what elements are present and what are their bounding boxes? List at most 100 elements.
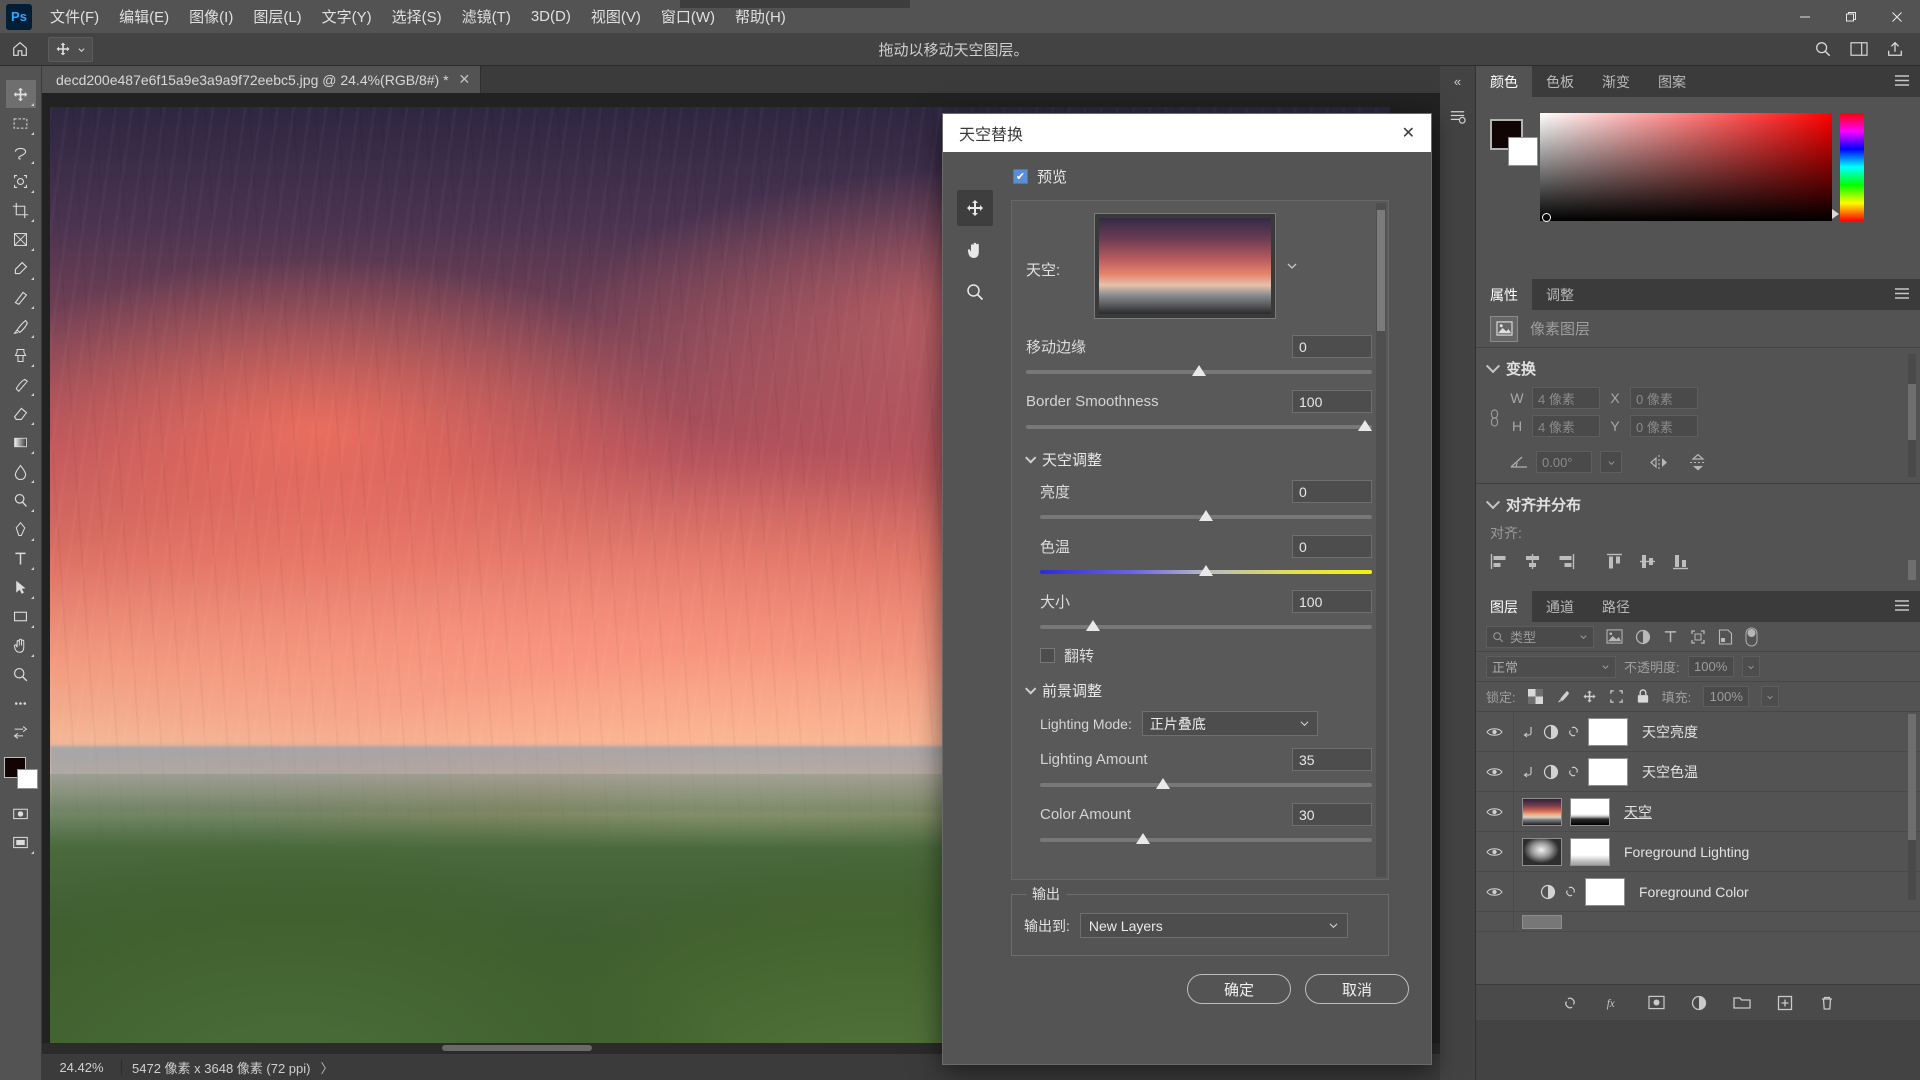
tool-blur[interactable] xyxy=(6,457,36,485)
chevron-down-icon[interactable] xyxy=(1286,213,1298,271)
tab-channels[interactable]: 通道 xyxy=(1532,591,1588,622)
filter-adjustment-icon[interactable] xyxy=(1635,629,1651,645)
background-color-swatch[interactable] xyxy=(17,769,38,789)
tool-zoom[interactable] xyxy=(6,660,36,688)
cancel-button[interactable]: 取消 xyxy=(1305,974,1409,1004)
window-drag-strip[interactable] xyxy=(680,0,910,8)
expand-panels-icon[interactable]: « xyxy=(1454,74,1461,89)
layer-filter-dropdown[interactable]: 类型 xyxy=(1486,626,1594,648)
temperature-slider[interactable] xyxy=(1040,564,1372,580)
layers-scrollbar[interactable] xyxy=(1908,714,1916,900)
menu-file[interactable]: 文件(F) xyxy=(40,1,109,32)
y-input[interactable]: 0 像素 xyxy=(1630,415,1698,437)
menu-3d[interactable]: 3D(D) xyxy=(521,3,581,30)
border-smoothness-input[interactable]: 100 xyxy=(1292,390,1372,413)
new-group-icon[interactable] xyxy=(1733,995,1751,1010)
table-row[interactable]: Foreground Lighting xyxy=(1476,832,1920,872)
dialog-tool-hand[interactable] xyxy=(957,232,993,268)
slider-handle[interactable] xyxy=(1358,420,1372,431)
close-button[interactable] xyxy=(1874,0,1920,33)
slider-handle[interactable] xyxy=(1136,833,1150,844)
layer-mask-thumbnail[interactable] xyxy=(1570,838,1610,866)
preview-checkbox[interactable]: ✔ xyxy=(1013,169,1028,184)
sky-preset-picker[interactable] xyxy=(1094,213,1276,319)
table-row[interactable]: 天空亮度 xyxy=(1476,712,1920,752)
scrollbar-thumb[interactable] xyxy=(1908,384,1916,441)
layer-thumbnail[interactable] xyxy=(1522,838,1562,866)
menu-layer[interactable]: 图层(L) xyxy=(243,1,311,32)
flip-checkbox[interactable]: ✔ xyxy=(1040,648,1055,663)
align-center-horizontal-icon[interactable] xyxy=(1523,553,1542,570)
align-bottom-icon[interactable] xyxy=(1671,553,1690,570)
tool-crop[interactable] xyxy=(6,196,36,224)
tool-edit-toolbar[interactable] xyxy=(6,718,36,746)
tab-paths[interactable]: 路径 xyxy=(1588,591,1644,622)
search-icon[interactable] xyxy=(1814,40,1832,58)
angle-dropdown-icon[interactable] xyxy=(1600,451,1622,473)
flip-horizontal-icon[interactable] xyxy=(1648,454,1670,471)
link-icon[interactable] xyxy=(1564,884,1577,899)
color-amount-slider[interactable] xyxy=(1040,832,1372,848)
tool-hand[interactable] xyxy=(6,631,36,659)
layer-mask-thumbnail[interactable] xyxy=(1585,878,1625,906)
tab-gradients[interactable]: 渐变 xyxy=(1588,66,1644,97)
filter-smart-object-icon[interactable] xyxy=(1718,629,1733,645)
ok-button[interactable]: 确定 xyxy=(1187,974,1291,1004)
chevron-down-icon[interactable] xyxy=(1025,452,1036,463)
panel-menu-icon[interactable] xyxy=(1894,74,1910,87)
tool-move[interactable] xyxy=(6,80,36,108)
status-expand-icon[interactable]: 〉 xyxy=(320,1058,333,1077)
lock-position-icon[interactable] xyxy=(1582,689,1597,704)
flip-vertical-icon[interactable] xyxy=(1688,453,1708,472)
table-row[interactable]: 天空色温 xyxy=(1476,752,1920,792)
color-field[interactable] xyxy=(1540,113,1832,221)
shift-edge-slider[interactable] xyxy=(1026,364,1372,380)
fill-input[interactable]: 100% xyxy=(1703,686,1749,707)
menu-view[interactable]: 视图(V) xyxy=(581,1,651,32)
color-swatches-tool[interactable] xyxy=(2,755,40,791)
transform-title-row[interactable]: 变换 xyxy=(1476,356,1920,385)
tool-pen[interactable] xyxy=(6,515,36,543)
lock-transparent-icon[interactable] xyxy=(1528,689,1543,704)
menu-select[interactable]: 选择(S) xyxy=(382,1,452,32)
layer-name[interactable]: Foreground Color xyxy=(1639,884,1749,900)
tool-more[interactable] xyxy=(6,689,36,717)
filter-type-icon[interactable] xyxy=(1663,629,1678,644)
menu-type[interactable]: 文字(Y) xyxy=(312,1,382,32)
sky-adjust-header[interactable]: 天空调整 xyxy=(1026,449,1372,470)
hue-pointer-icon[interactable] xyxy=(1832,209,1839,219)
dialog-title-bar[interactable]: 天空替换 ✕ xyxy=(943,114,1431,152)
tool-eraser[interactable] xyxy=(6,399,36,427)
layer-mask-thumbnail[interactable] xyxy=(1570,798,1610,826)
link-icon[interactable] xyxy=(1567,764,1580,779)
tool-type[interactable] xyxy=(6,544,36,572)
tool-eyedropper[interactable] xyxy=(6,254,36,282)
color-amount-input[interactable]: 30 xyxy=(1292,803,1372,826)
tab-swatches[interactable]: 色板 xyxy=(1532,66,1588,97)
active-tool-move[interactable] xyxy=(48,37,93,62)
dialog-scroll-pane[interactable]: 天空: 移动边缘 0 xyxy=(1011,200,1389,880)
align-title-row[interactable]: 对齐并分布 xyxy=(1476,492,1920,521)
chevron-down-icon[interactable] xyxy=(1486,359,1500,373)
lighting-amount-slider[interactable] xyxy=(1040,777,1372,793)
angle-input[interactable]: 0.00° xyxy=(1536,451,1592,473)
tool-history-brush[interactable] xyxy=(6,370,36,398)
shift-edge-input[interactable]: 0 xyxy=(1292,335,1372,358)
brightness-slider[interactable] xyxy=(1040,509,1372,525)
tool-dodge[interactable] xyxy=(6,486,36,514)
foreground-adjust-header[interactable]: 前景调整 xyxy=(1026,680,1372,701)
slider-handle[interactable] xyxy=(1156,778,1170,789)
close-icon[interactable]: ✕ xyxy=(459,71,471,88)
layer-content[interactable]: 天空 xyxy=(1514,798,1920,826)
chevron-down-icon[interactable] xyxy=(1025,683,1036,694)
align-scroll-down-icon[interactable] xyxy=(1908,560,1916,580)
filter-pixel-icon[interactable] xyxy=(1606,629,1623,644)
output-to-dropdown[interactable]: New Layers xyxy=(1080,913,1348,938)
width-input[interactable]: 4 像素 xyxy=(1532,387,1600,409)
properties-scrollbar[interactable] xyxy=(1908,354,1916,477)
opacity-stepper[interactable] xyxy=(1742,656,1760,677)
tool-brush[interactable] xyxy=(6,312,36,340)
scale-slider[interactable] xyxy=(1040,619,1372,635)
tab-adjustments[interactable]: 调整 xyxy=(1532,279,1588,310)
lighting-mode-dropdown[interactable]: 正片叠底 xyxy=(1142,711,1318,736)
